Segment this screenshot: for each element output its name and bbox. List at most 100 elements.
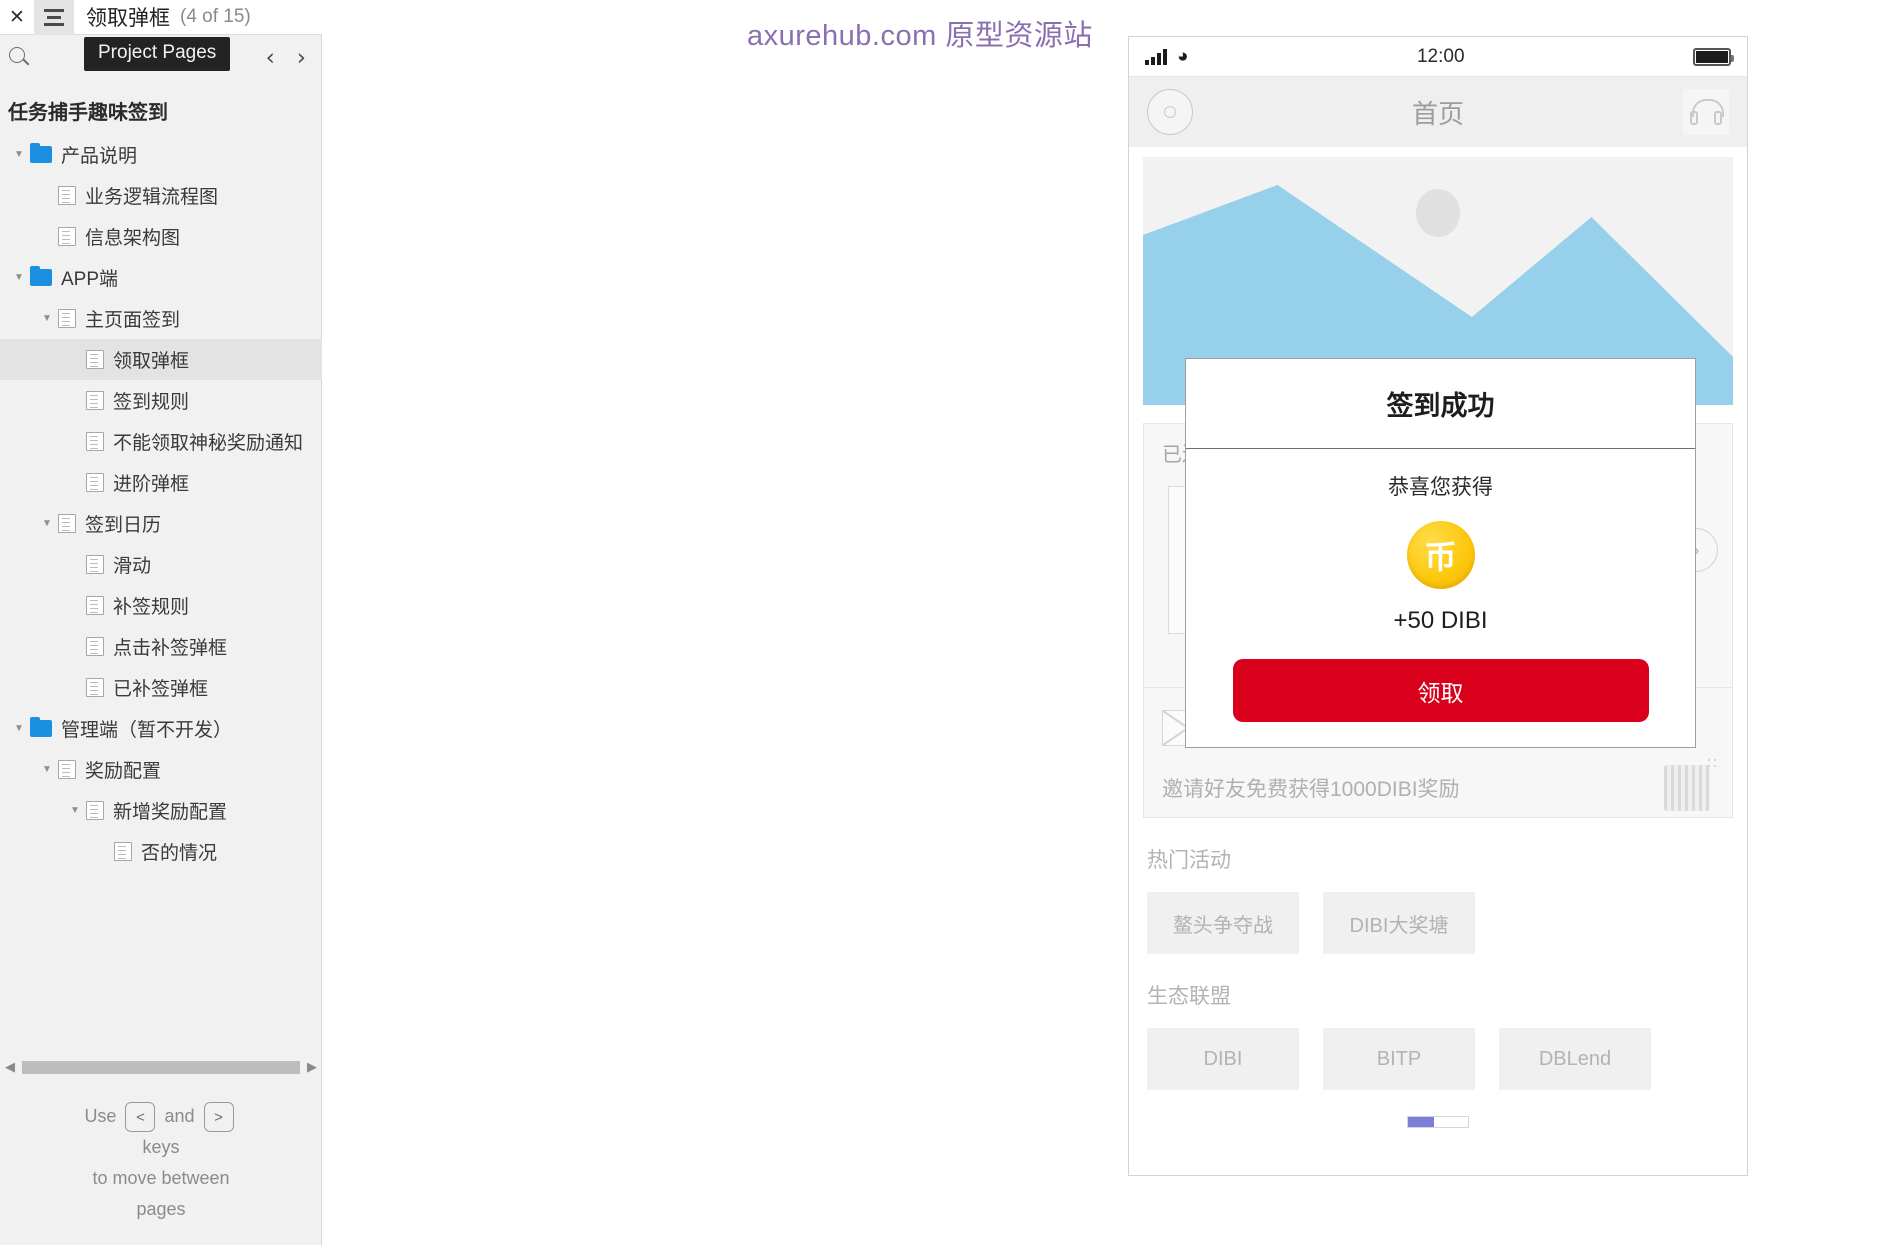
hamburger-menu-icon[interactable] [34, 0, 74, 35]
tree-item-label: 领取弹框 [113, 351, 190, 372]
tree-item[interactable]: ▼滑动 [0, 544, 322, 585]
tree-item[interactable]: ▼补签规则 [0, 585, 322, 626]
chevron-down-icon[interactable]: ▼ [8, 149, 30, 160]
tree-item[interactable]: ▼信息架构图 [0, 216, 322, 257]
claim-button[interactable]: 领取 [1232, 659, 1649, 722]
tree-item-label: 主页面签到 [85, 310, 181, 331]
page-icon [86, 350, 104, 369]
prev-page-button[interactable]: ‹ [266, 47, 275, 70]
hamburger-line [44, 8, 64, 12]
project-pages-sidebar: ✕ 领取弹框 (4 of 15) ‹ › Project Pages 任务捕手趣… [0, 0, 322, 1245]
page-icon [114, 842, 132, 861]
chevron-down-icon[interactable]: ▼ [36, 313, 58, 324]
signin-success-modal: 签到成功 恭喜您获得 币 +50 DIBI 领取 [1185, 358, 1696, 748]
keyboard-hint: Use < and > keys to move between pages [0, 1101, 322, 1225]
tree-item-label: 已补签弹框 [113, 679, 209, 700]
avatar-icon[interactable] [1147, 89, 1193, 135]
keyboard-hint-line3: to move between [92, 1168, 230, 1188]
activity-tile[interactable]: 鳌头争夺战 [1147, 892, 1299, 954]
tree-item[interactable]: ▼ 产品说明 [0, 134, 322, 175]
page-nav-arrows: ‹ › [266, 47, 306, 70]
tree-item[interactable]: ▼ 签到日历 [0, 503, 322, 544]
site-watermark: axurehub.com 原型资源站 [747, 20, 1093, 52]
page-icon [58, 227, 76, 246]
tree-item[interactable]: ▼ 管理端（暂不开发） [0, 708, 322, 749]
tree-item[interactable]: ▼已补签弹框 [0, 667, 322, 708]
chevron-down-icon[interactable]: ▼ [8, 272, 30, 283]
tree-item[interactable]: ▼不能领取神秘奖励通知 [0, 421, 322, 462]
ecosystem-tiles: DIBI BITP DBLend [1147, 1028, 1729, 1090]
coin-icon: 币 [1406, 521, 1475, 589]
tree-item[interactable]: ▼进阶弹框 [0, 462, 322, 503]
chevron-down-icon[interactable]: ▼ [64, 805, 86, 816]
gift-icon [1664, 757, 1720, 811]
partner-tile[interactable]: DIBI [1147, 1028, 1299, 1090]
keyboard-hint-line1: Use < and > [0, 1101, 322, 1132]
tree-item-label: APP端 [61, 269, 119, 290]
tree-item-label: 不能领取神秘奖励通知 [113, 433, 304, 454]
activity-tile[interactable]: DIBI大奖塘 [1323, 892, 1475, 954]
tree-item[interactable]: ▼ 奖励配置 [0, 749, 322, 790]
scroll-right-icon[interactable]: ▶ [302, 1059, 322, 1075]
pager-indicator-fill [1408, 1117, 1434, 1127]
folder-icon [30, 717, 52, 737]
section-title: 生态联盟 [1147, 985, 1231, 1008]
prev-key-cap: < [125, 1102, 156, 1132]
project-name: 任务捕手趣味签到 [8, 102, 168, 124]
close-icon[interactable]: ✕ [0, 0, 34, 35]
search-icon[interactable] [6, 45, 34, 73]
page-icon [86, 596, 104, 615]
battery-icon [1693, 47, 1734, 66]
tree-item[interactable]: ▼点击补签弹框 [0, 626, 322, 667]
modal-title: 签到成功 [1386, 391, 1495, 421]
chevron-down-icon[interactable]: ▼ [36, 518, 58, 529]
tree-item-label: 奖励配置 [85, 761, 162, 782]
page-icon [86, 473, 104, 492]
sidebar-topbar: ✕ 领取弹框 (4 of 15) [0, 0, 322, 35]
reward-amount: +50 DIBI [1393, 607, 1488, 634]
pager-indicator-wrap [1129, 1116, 1747, 1128]
scroll-thumb[interactable] [22, 1060, 300, 1074]
page-icon [86, 555, 104, 574]
modal-subtitle: 恭喜您获得 [1388, 476, 1493, 499]
hint-use-text: Use [84, 1105, 117, 1126]
tree-item[interactable]: ▼领取弹框 [0, 339, 322, 380]
partner-tile[interactable]: DBLend [1499, 1028, 1651, 1090]
sidebar-horizontal-scrollbar[interactable]: ◀ ▶ [0, 1056, 322, 1078]
tree-item[interactable]: ▼业务逻辑流程图 [0, 175, 322, 216]
chevron-down-icon[interactable]: ▼ [8, 723, 30, 734]
app-root: ✕ 领取弹框 (4 of 15) ‹ › Project Pages 任务捕手趣… [0, 0, 1893, 1245]
phone-nav-bar: 首页 [1129, 77, 1747, 147]
page-icon [86, 678, 104, 697]
folder-icon [30, 143, 52, 163]
tree-item[interactable]: ▼否的情况 [0, 831, 322, 872]
hot-activities-section: 热门活动 鳌头争夺战 DIBI大奖塘 [1129, 844, 1747, 954]
page-icon [58, 514, 76, 533]
tree-item-label: 进阶弹框 [113, 474, 190, 495]
headset-support-icon[interactable] [1683, 89, 1729, 135]
section-title: 热门活动 [1147, 849, 1231, 872]
tree-item-label: 信息架构图 [85, 228, 181, 249]
modal-header: 签到成功 [1186, 359, 1695, 449]
status-time: 12:00 [1416, 45, 1465, 67]
page-title: 首页 [1411, 98, 1464, 129]
tree-item-label: 否的情况 [141, 843, 218, 864]
tree-item-label: 签到规则 [113, 392, 190, 413]
tree-item[interactable]: ▼ APP端 [0, 257, 322, 298]
ecosystem-section: 生态联盟 DIBI BITP DBLend [1129, 980, 1747, 1090]
chevron-down-icon[interactable]: ▼ [36, 764, 58, 775]
tree-item[interactable]: ▼ 新增奖励配置 [0, 790, 322, 831]
tree-item[interactable]: ▼ 主页面签到 [0, 298, 322, 339]
next-page-button[interactable]: › [297, 47, 306, 70]
hot-activities-tiles: 鳌头争夺战 DIBI大奖塘 [1147, 892, 1729, 954]
scroll-left-icon[interactable]: ◀ [0, 1059, 20, 1075]
tree-item-label: 点击补签弹框 [113, 638, 228, 659]
folder-icon [30, 266, 52, 286]
hint-and-text: and [164, 1105, 195, 1126]
tree-item-label: 管理端（暂不开发） [61, 720, 233, 741]
tree-item[interactable]: ▼签到规则 [0, 380, 322, 421]
next-key-cap: > [203, 1102, 234, 1132]
partner-tile[interactable]: BITP [1323, 1028, 1475, 1090]
page-icon [86, 637, 104, 656]
tree-item-label: 产品说明 [61, 146, 138, 167]
